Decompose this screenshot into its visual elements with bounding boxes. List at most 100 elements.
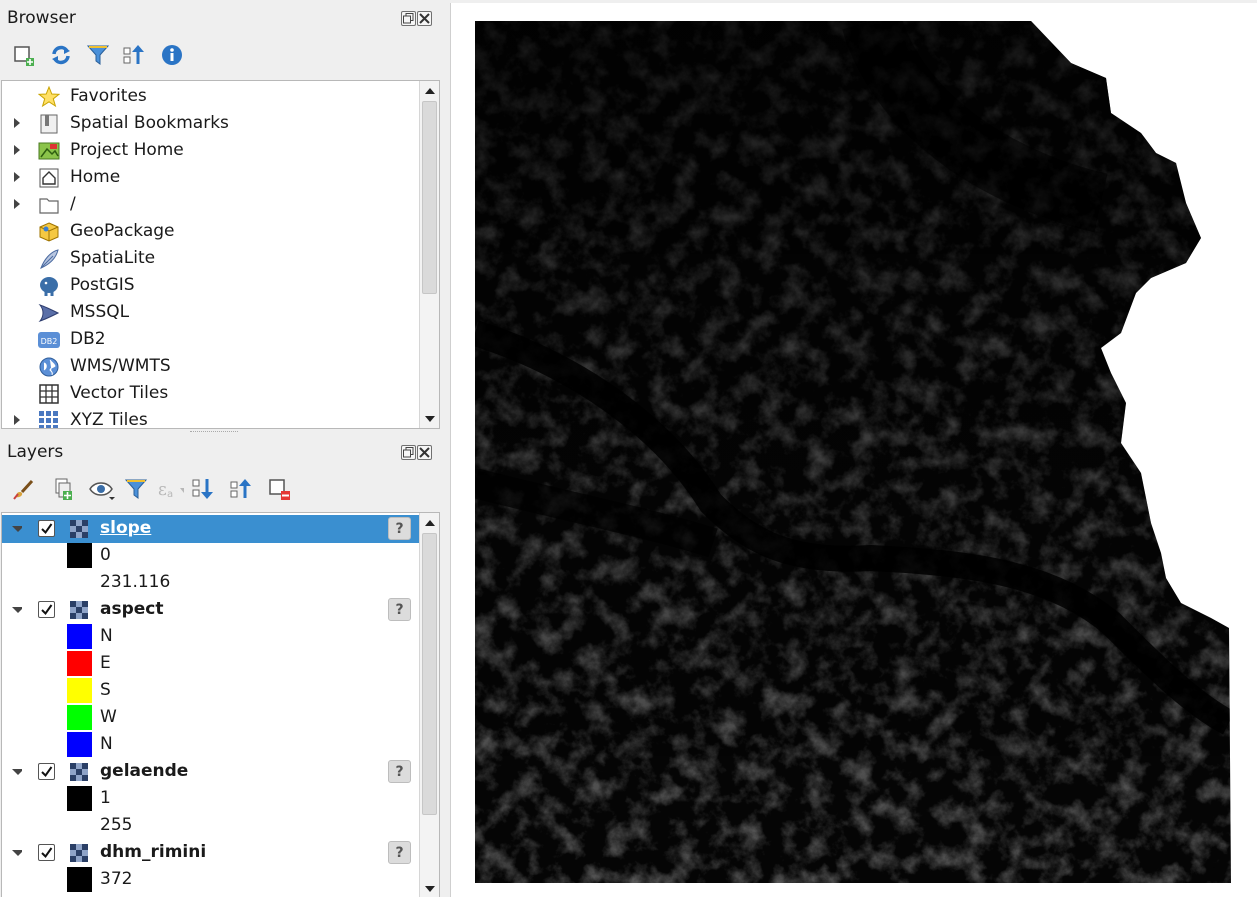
browser-item-favorites[interactable]: Favorites — [2, 83, 419, 110]
layer-visibility-checkbox[interactable] — [38, 601, 55, 618]
browser-item-label: MSSQL — [70, 302, 130, 322]
layer-visibility-checkbox[interactable] — [38, 763, 55, 780]
refresh-button[interactable] — [47, 41, 75, 69]
browser-item-label: Vector Tiles — [70, 383, 169, 403]
legend-color-swatch — [67, 651, 92, 676]
close-layers-panel-button[interactable] — [417, 445, 432, 460]
collapse-all-layers-button[interactable] — [228, 475, 256, 503]
browser-item-label: / — [70, 194, 76, 214]
expand-arrow-icon[interactable] — [12, 118, 22, 128]
manage-map-themes-button[interactable] — [88, 475, 116, 503]
unknown-crs-question-icon[interactable]: ? — [388, 598, 411, 621]
browser-item-label: DB2 — [70, 329, 106, 349]
svg-text:a: a — [167, 489, 173, 500]
close-icon — [419, 447, 430, 458]
map-canvas[interactable] — [450, 3, 1257, 897]
add-selected-layers-button[interactable] — [10, 41, 38, 69]
filter-legend-button[interactable] — [122, 475, 150, 503]
scroll-down-arrow-icon[interactable] — [420, 410, 439, 428]
float-layers-panel-button[interactable] — [401, 445, 416, 460]
browser-scrollbar[interactable] — [419, 81, 439, 428]
dock-splitter[interactable] — [440, 0, 450, 897]
grid-icon — [37, 382, 61, 406]
browser-item-spatialite[interactable]: SpatiaLite — [2, 245, 419, 272]
raster-layer-icon — [68, 842, 92, 866]
scrollbar-thumb[interactable] — [422, 533, 437, 815]
legend-entry: E — [2, 650, 419, 677]
legend-color-swatch — [67, 867, 92, 892]
filter-icon — [86, 45, 110, 65]
close-panel-button[interactable] — [417, 11, 432, 26]
project-home-icon — [37, 139, 61, 163]
panel-splitter-handle[interactable] — [190, 431, 238, 435]
layer-name: slope — [100, 518, 152, 538]
raster-layer-icon — [68, 599, 92, 623]
filter-by-expression-button[interactable]: εa — [156, 475, 184, 503]
layer-gelaende[interactable]: gelaende? — [2, 758, 419, 786]
home-icon — [37, 166, 61, 190]
browser-item-xyz-tiles[interactable]: XYZ Tiles — [2, 407, 419, 428]
browser-item-label: Spatial Bookmarks — [70, 113, 229, 133]
layer-visibility-checkbox[interactable] — [38, 844, 55, 861]
collapse-all-button[interactable] — [121, 41, 149, 69]
scroll-up-arrow-icon[interactable] — [420, 513, 439, 531]
layer-name: dhm_rimini — [100, 842, 207, 862]
spatialite-feather-icon — [37, 247, 61, 271]
unknown-crs-question-icon[interactable]: ? — [388, 760, 411, 783]
folder-icon — [37, 193, 61, 217]
browser-item-project-home[interactable]: Project Home — [2, 137, 419, 164]
browser-item-label: SpatiaLite — [70, 248, 156, 268]
remove-layer-button[interactable] — [266, 475, 294, 503]
browser-item-db2[interactable]: DB2 DB2 — [2, 326, 419, 353]
filter-browser-button[interactable] — [84, 41, 112, 69]
add-group-button[interactable] — [49, 475, 77, 503]
expand-all-button[interactable] — [190, 475, 218, 503]
legend-entry: W — [2, 704, 419, 731]
legend-entry: 231.116 — [2, 569, 419, 596]
browser-item-root[interactable]: / — [2, 191, 419, 218]
expand-arrow-icon[interactable] — [12, 199, 22, 209]
remove-layer-icon — [269, 479, 290, 500]
browser-item-postgis[interactable]: PostGIS — [2, 272, 419, 299]
legend-color-swatch — [67, 543, 92, 568]
info-icon — [162, 45, 182, 65]
expand-arrow-icon[interactable] — [12, 415, 22, 425]
legend-label: W — [100, 707, 117, 727]
collapse-arrow-icon[interactable] — [12, 848, 22, 858]
layers-scrollbar[interactable] — [419, 513, 439, 897]
expand-arrow-icon[interactable] — [12, 145, 22, 155]
legend-label: 255 — [100, 815, 133, 835]
browser-item-wms-wmts[interactable]: WMS/WMTS — [2, 353, 419, 380]
browser-item-label: Project Home — [70, 140, 184, 160]
legend-entry: 255 — [2, 812, 419, 839]
layer-visibility-checkbox[interactable] — [38, 520, 55, 537]
scroll-down-arrow-icon[interactable] — [420, 880, 439, 897]
postgis-elephant-icon — [37, 274, 61, 298]
browser-item-home[interactable]: Home — [2, 164, 419, 191]
open-layer-styling-button[interactable] — [10, 475, 38, 503]
float-panel-button[interactable] — [401, 11, 416, 26]
browser-panel-title: Browser — [7, 8, 76, 28]
browser-item-spatial-bookmarks[interactable]: Spatial Bookmarks — [2, 110, 419, 137]
scrollbar-thumb[interactable] — [422, 101, 437, 294]
layer-slope[interactable]: slope? — [2, 515, 419, 543]
unknown-crs-question-icon[interactable]: ? — [388, 841, 411, 864]
browser-item-geopackage[interactable]: GeoPackage — [2, 218, 419, 245]
layer-aspect[interactable]: aspect? — [2, 596, 419, 624]
collapse-arrow-icon[interactable] — [12, 767, 22, 777]
browser-item-mssql[interactable]: MSSQL — [2, 299, 419, 326]
expand-arrow-icon[interactable] — [12, 172, 22, 182]
scroll-up-arrow-icon[interactable] — [420, 81, 439, 99]
enable-properties-button[interactable] — [158, 41, 186, 69]
layer-dhm-rimini[interactable]: dhm_rimini? — [2, 839, 419, 867]
browser-tree: Favorites Spatial Bookmarks Project Home Ho… — [1, 80, 440, 429]
collapse-arrow-icon[interactable] — [12, 605, 22, 615]
xyz-tiles-icon — [37, 409, 61, 428]
collapse-arrow-icon[interactable] — [12, 524, 22, 534]
browser-item-vector-tiles[interactable]: Vector Tiles — [2, 380, 419, 407]
globe-icon — [37, 355, 61, 379]
add-group-icon — [55, 478, 72, 500]
unknown-crs-question-icon[interactable]: ? — [388, 517, 411, 540]
eye-icon — [89, 482, 115, 500]
db2-icon: DB2 — [37, 328, 61, 352]
